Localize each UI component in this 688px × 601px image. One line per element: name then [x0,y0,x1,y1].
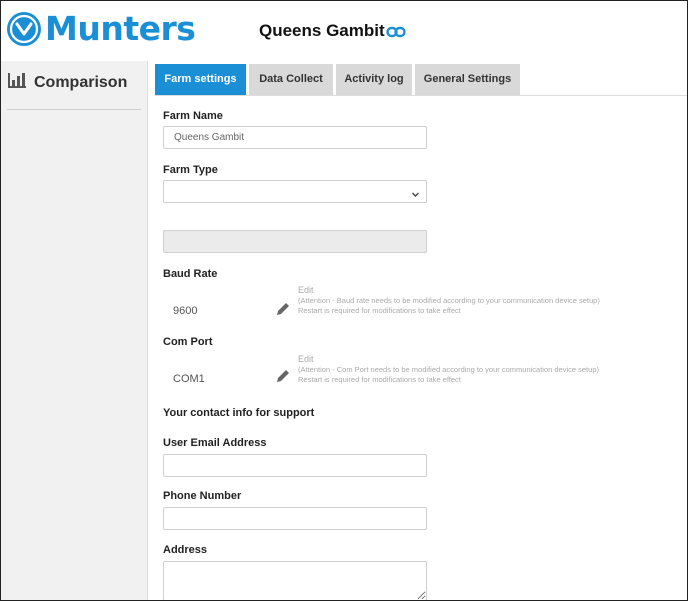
sidebar-item-comparison[interactable]: Comparison [7,71,127,94]
farm-title: Queens Gambit [259,21,385,40]
com-port-note: (Attention - Com Port needs to be modifi… [298,365,599,374]
tab-underline [155,95,687,96]
tab-activity-log[interactable]: Activity log [336,64,412,95]
munters-logo[interactable]: Munters [7,9,196,49]
munters-logo-icon [7,12,41,46]
phone-input[interactable] [163,507,427,530]
phone-label: Phone Number [163,490,242,502]
farm-name-value: Queens Gambit [174,132,245,143]
com-port-restart-note: Restart is required for modifications to… [298,375,461,384]
baud-rate-value: 9600 [173,305,198,317]
com-port-edit-link[interactable]: Edit [298,354,314,364]
tab-data-collect[interactable]: Data Collect [249,64,333,95]
baud-rate-edit-link[interactable]: Edit [298,285,314,295]
bar-chart-icon [7,71,27,94]
com-port-label: Com Port [163,336,213,348]
brand-name: Munters [45,9,196,48]
header: Munters Queens Gambit [1,1,687,61]
email-label: User Email Address [163,437,267,449]
app-window: Munters Queens Gambit Comparison Farm se… [0,0,688,601]
farm-name-input[interactable]: Queens Gambit [163,126,427,149]
left-sidebar: Comparison [1,61,148,600]
farm-name-label: Farm Name [163,110,223,122]
tab-farm-settings[interactable]: Farm settings [155,64,246,95]
farm-type-select[interactable] [163,180,427,203]
tab-bar: Farm settings Data Collect Activity log … [155,64,523,95]
address-textarea[interactable] [163,561,427,600]
tab-general-settings[interactable]: General Settings [415,64,520,95]
com-port-value: COM1 [173,373,205,385]
baud-rate-note: (Attention - Baud rate needs to be modif… [298,296,600,305]
baud-rate-label: Baud Rate [163,268,218,280]
link-icon[interactable] [386,25,406,44]
chevron-down-icon [411,186,420,204]
disabled-field [163,230,427,253]
baud-rate-restart-note: Restart is required for modifications to… [298,306,461,315]
address-label: Address [163,544,208,556]
email-input[interactable] [163,454,427,477]
sidebar-divider [7,109,141,110]
baud-rate-edit-icon[interactable] [275,301,291,322]
com-port-edit-icon[interactable] [275,368,291,389]
farm-type-label: Farm Type [163,164,218,176]
contact-heading: Your contact info for support [163,407,315,419]
sidebar-item-label: Comparison [34,73,128,91]
